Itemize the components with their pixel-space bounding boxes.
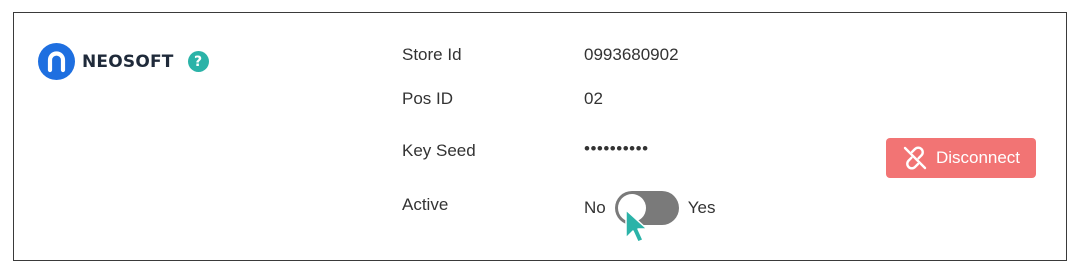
store-id-value: 0993680902 — [584, 45, 679, 64]
pos-id-label: Pos ID — [402, 89, 454, 108]
integration-card: NEOSOFT ? Store Id 0993680902 Pos ID 02 … — [13, 12, 1067, 261]
brand: NEOSOFT ? — [38, 43, 209, 80]
key-seed-value: •••••••••• — [584, 139, 649, 158]
neosoft-logo-icon — [38, 43, 75, 80]
key-seed-label: Key Seed — [402, 141, 476, 160]
disconnect-button[interactable]: Disconnect — [886, 138, 1036, 178]
disconnect-label: Disconnect — [935, 148, 1021, 167]
toggle-off-label: No — [584, 198, 606, 217]
toggle-on-label: Yes — [687, 198, 716, 217]
active-toggle-group: No Yes — [584, 191, 715, 225]
pos-id-value: 02 — [584, 89, 603, 108]
store-id-label: Store Id — [402, 45, 462, 64]
brand-name: NEOSOFT — [82, 51, 174, 72]
pointer-cursor-icon — [625, 209, 648, 243]
broken-link-icon — [903, 146, 927, 170]
help-icon[interactable]: ? — [187, 51, 209, 72]
active-label: Active — [402, 195, 449, 214]
